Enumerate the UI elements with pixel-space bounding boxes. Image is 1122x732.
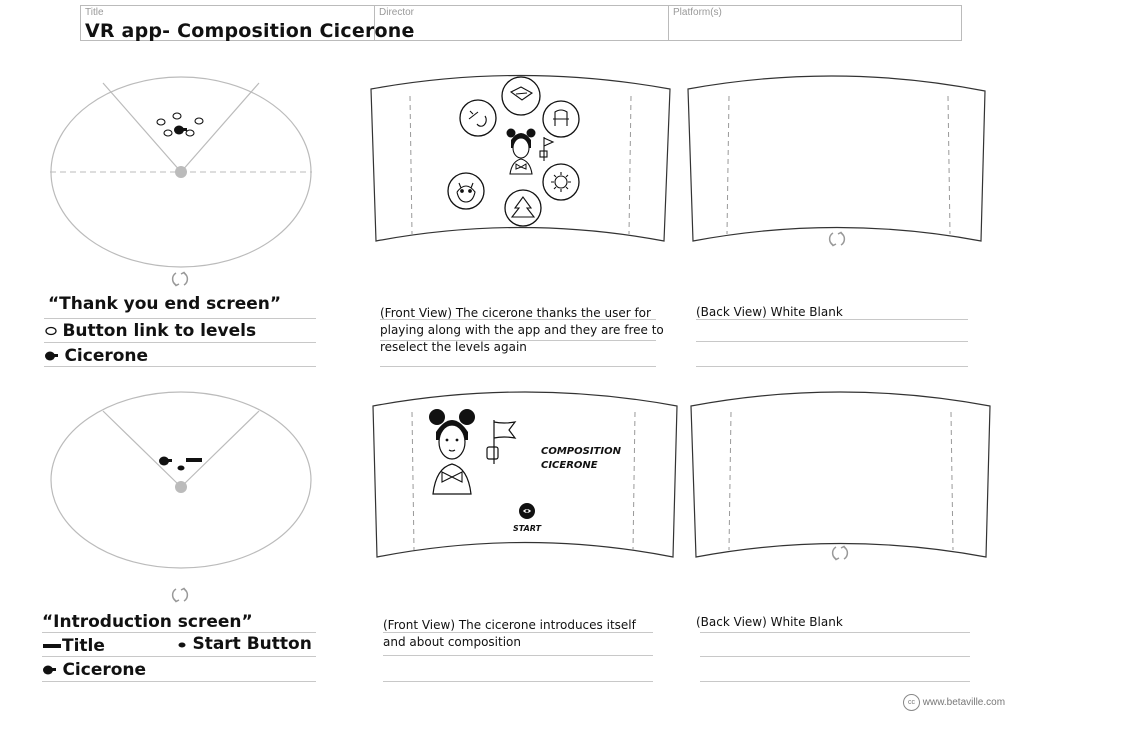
title-marker: [186, 458, 202, 462]
title-cell: Title VR app- Composition Cicerone: [80, 5, 414, 42]
front-view-panel-2: COMPOSITION CICERONE START: [372, 391, 678, 558]
credit-url: www.betaville.com: [922, 697, 1006, 709]
title-bar-icon: [43, 644, 61, 648]
scene2-back-desc: (Back View) White Blank: [696, 615, 843, 629]
back-view-panel-1: [687, 75, 986, 247]
cicerone-marker: [159, 456, 172, 466]
scene2-front-desc: (Front View) The cicerone introduces its…: [383, 618, 636, 649]
rotate-arrows-icon: [831, 545, 849, 561]
legend-button-row: Button link to levels: [44, 321, 256, 341]
legend-cicerone-label: Cicerone: [64, 346, 149, 366]
screen-title-line1: COMPOSITION: [541, 446, 622, 457]
button-oval-icon: [45, 326, 57, 336]
scene1-front-desc: (Front View) The cicerone thanks the use…: [380, 306, 664, 354]
scene1-name: “Thank you end screen”: [48, 294, 282, 314]
cicerone-marker: [174, 125, 187, 135]
level-circle-vegetables: [459, 99, 497, 137]
back-view-panel-2: [690, 391, 991, 561]
screen-title-line2: CICERONE: [541, 460, 598, 471]
legend-start-label: Start Button: [192, 634, 312, 654]
title-label: Title: [85, 7, 104, 18]
rotate-arrows-icon: [828, 231, 846, 247]
legend-cicerone-label-2: Cicerone: [62, 660, 147, 680]
legend-button-label: Button link to levels: [62, 321, 257, 341]
front-view-panel-1: [370, 74, 671, 242]
top-view-diagram-1: [50, 76, 312, 287]
legend-cicerone-row: Cicerone: [44, 346, 148, 366]
start-label: START: [513, 524, 542, 533]
legend-cicerone-row-2: Cicerone: [42, 660, 146, 680]
legend-start-row: Start Button: [176, 634, 312, 654]
top-view-diagram-2: [50, 391, 312, 603]
start-marker: [177, 465, 185, 471]
platform-cell: Platform(s): [668, 5, 962, 41]
scene2-name: “Introduction screen”: [42, 612, 253, 632]
legend-title-row: Title: [42, 636, 105, 656]
platform-label: Platform(s): [673, 7, 722, 18]
level-circle-tree: [504, 189, 542, 227]
director-label: Director: [379, 7, 415, 18]
start-dot-icon: [178, 642, 186, 648]
cicerone-marker-icon: [43, 665, 56, 675]
level-circle-cat: [447, 172, 485, 210]
level-circle-map: [501, 76, 541, 116]
title-value: VR app- Composition Cicerone: [85, 20, 415, 42]
cc-badge: cc: [903, 694, 920, 711]
rotate-arrows-icon: [171, 587, 189, 603]
level-circle-sun: [542, 163, 580, 201]
director-cell: Director: [374, 5, 669, 41]
legend-title-label: Title: [62, 636, 105, 656]
credit: cc www.betaville.com: [903, 694, 1005, 711]
start-button-icon: [519, 503, 535, 519]
cicerone-marker-icon: [45, 351, 58, 361]
rotate-arrows-icon: [171, 271, 189, 287]
